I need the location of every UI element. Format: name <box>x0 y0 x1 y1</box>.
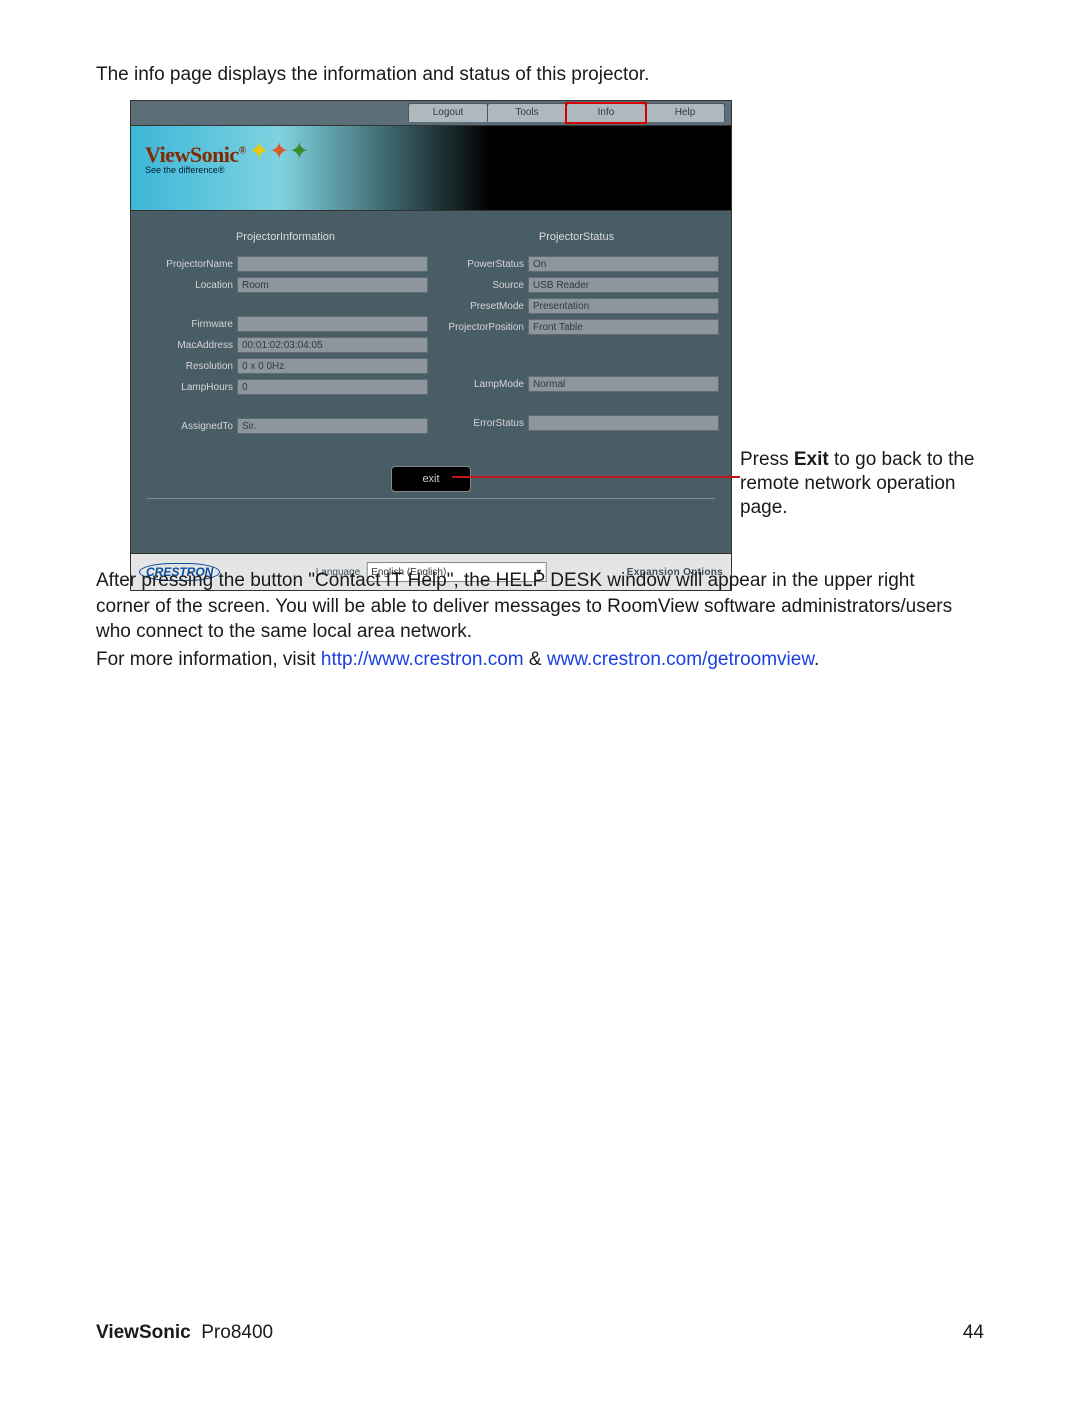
viewsonic-logo: ViewSonic® See the difference® <box>145 142 246 175</box>
tab-logout[interactable]: Logout <box>408 103 488 122</box>
value-mac-address: 00:01:02:03:04:05 <box>237 337 428 353</box>
label-mac-address: MacAddress <box>143 340 237 351</box>
label-assigned-to: AssignedTo <box>143 421 237 432</box>
brand-banner: ViewSonic® See the difference® ✦✦✦ <box>131 126 731 211</box>
value-firmware <box>237 316 428 332</box>
body-paragraphs: After pressing the button "Contact IT He… <box>96 568 966 673</box>
exit-button[interactable]: exit <box>391 466 471 492</box>
row-preset-mode: PresetMode Presentation <box>434 297 719 315</box>
label-preset-mode: PresetMode <box>434 301 528 312</box>
footer-model: Pro8400 <box>201 1322 273 1343</box>
tab-info[interactable]: Info <box>566 103 646 122</box>
value-assigned-to: Sir. <box>237 418 428 434</box>
label-lamp-hours: LampHours <box>143 382 237 393</box>
info-panel: Logout Tools Info Help ViewSonic® See th… <box>130 100 732 591</box>
page-number: 44 <box>963 1322 984 1344</box>
label-source: Source <box>434 280 528 291</box>
info-content: ProjectorInformation ProjectorName Locat… <box>131 211 731 553</box>
tab-help[interactable]: Help <box>645 103 725 122</box>
value-projector-name <box>237 256 428 272</box>
divider <box>147 498 715 499</box>
link-crestron[interactable]: http://www.crestron.com <box>321 649 524 670</box>
row-mac-address: MacAddress 00:01:02:03:04:05 <box>143 336 428 354</box>
link-getroomview[interactable]: www.crestron.com/getroomview <box>547 649 814 670</box>
label-firmware: Firmware <box>143 319 237 330</box>
brand-name: ViewSonic <box>145 142 239 167</box>
row-power-status: PowerStatus On <box>434 255 719 273</box>
body-p1: After pressing the button "Contact IT He… <box>96 570 952 642</box>
birds-icon: ✦✦✦ <box>249 140 309 164</box>
body-p2a: For more information, visit <box>96 649 321 670</box>
body-amp: & <box>524 649 547 670</box>
callout-text-1: Press <box>740 449 794 470</box>
exit-callout: Press Exit to go back to the remote netw… <box>740 448 980 519</box>
value-lamp-hours: 0 <box>237 379 428 395</box>
label-location: Location <box>143 280 237 291</box>
page-footer-left: ViewSonic Pro8400 <box>96 1322 273 1344</box>
row-projector-position: ProjectorPosition Front Table <box>434 318 719 336</box>
row-lamp-hours: LampHours 0 <box>143 378 428 396</box>
value-resolution: 0 x 0 0Hz <box>237 358 428 374</box>
value-source: USB Reader <box>528 277 719 293</box>
label-resolution: Resolution <box>143 361 237 372</box>
projector-info-screenshot: Logout Tools Info Help ViewSonic® See th… <box>130 100 730 591</box>
value-lamp-mode: Normal <box>528 376 719 392</box>
row-location: Location Room <box>143 276 428 294</box>
row-assigned-to: AssignedTo Sir. <box>143 417 428 435</box>
callout-leader-line <box>452 476 740 478</box>
projector-information-column: ProjectorInformation ProjectorName Locat… <box>143 231 428 438</box>
value-location: Room <box>237 277 428 293</box>
tab-info-label: Info <box>598 107 615 118</box>
value-preset-mode: Presentation <box>528 298 719 314</box>
footer-brand: ViewSonic <box>96 1322 191 1343</box>
label-error-status: ErrorStatus <box>434 418 528 429</box>
projector-information-header: ProjectorInformation <box>143 231 428 243</box>
callout-bold: Exit <box>794 449 829 470</box>
label-power-status: PowerStatus <box>434 259 528 270</box>
projector-status-header: ProjectorStatus <box>434 231 719 243</box>
value-error-status <box>528 415 719 431</box>
tab-bar: Logout Tools Info Help <box>131 101 731 126</box>
intro-text: The info page displays the information a… <box>96 64 649 86</box>
row-source: Source USB Reader <box>434 276 719 294</box>
row-firmware: Firmware <box>143 315 428 333</box>
tab-tools[interactable]: Tools <box>487 103 567 122</box>
body-p2b: . <box>814 649 819 670</box>
label-projector-position: ProjectorPosition <box>434 322 528 333</box>
row-error-status: ErrorStatus <box>434 414 719 432</box>
row-resolution: Resolution 0 x 0 0Hz <box>143 357 428 375</box>
row-projector-name: ProjectorName <box>143 255 428 273</box>
value-power-status: On <box>528 256 719 272</box>
projector-status-column: ProjectorStatus PowerStatus On Source US… <box>434 231 719 438</box>
row-lamp-mode: LampMode Normal <box>434 375 719 393</box>
brand-reg: ® <box>239 146 246 157</box>
value-projector-position: Front Table <box>528 319 719 335</box>
label-projector-name: ProjectorName <box>143 259 237 270</box>
label-lamp-mode: LampMode <box>434 379 528 390</box>
